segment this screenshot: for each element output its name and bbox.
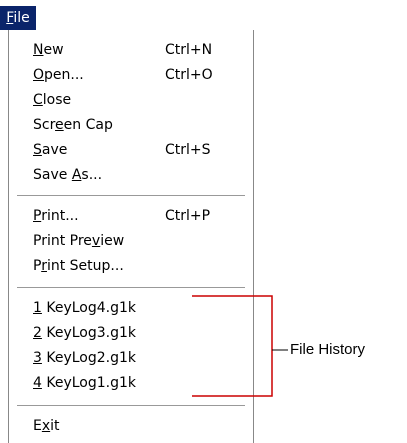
file-history-bracket (192, 295, 288, 397)
file-history-annotation: File History (290, 341, 366, 358)
